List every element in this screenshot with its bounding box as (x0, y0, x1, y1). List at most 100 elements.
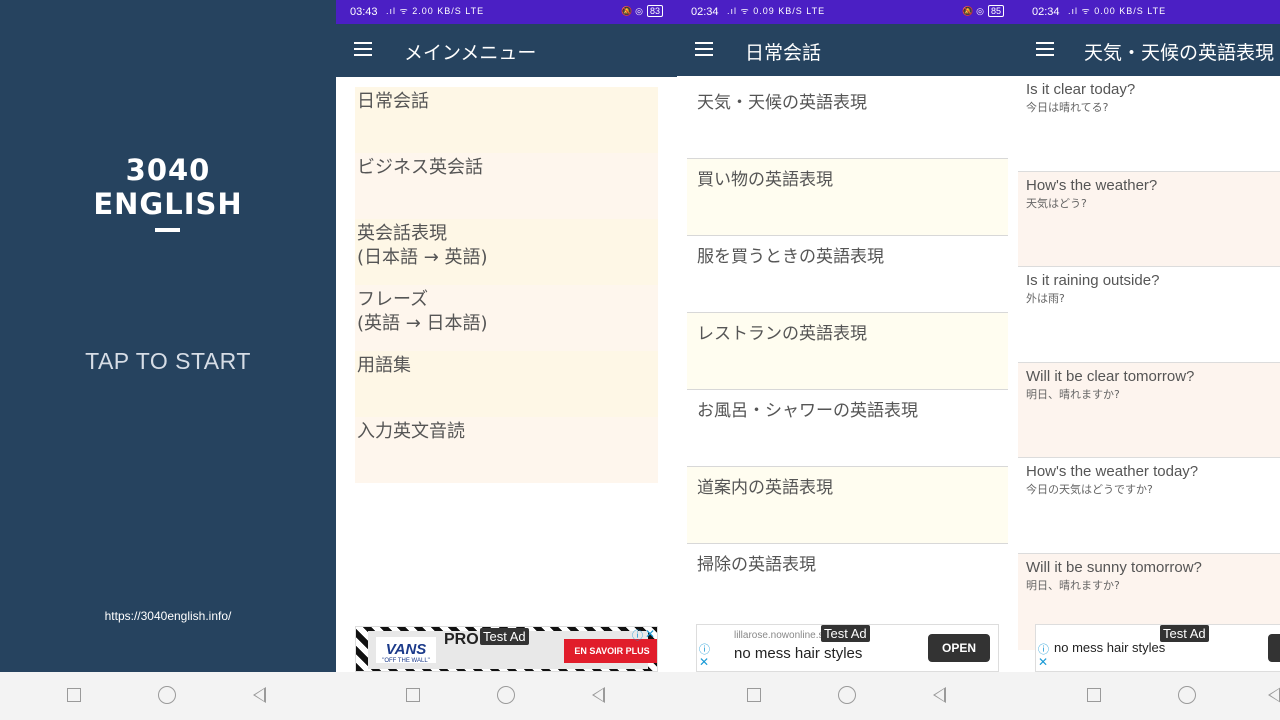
menu-item-label: ビジネス英会話 (357, 157, 483, 178)
square-icon[interactable] (67, 688, 81, 702)
phrase-japanese: 明日、晴れますか? (1026, 578, 1120, 592)
test-ad-label: Test Ad (1160, 625, 1209, 642)
ad-open-button[interactable] (1268, 634, 1280, 662)
hamburger-icon[interactable] (695, 42, 713, 56)
menu-item-read-aloud[interactable]: 入力英文音読 (355, 417, 658, 483)
app-logo: 3040 ENGLISH (0, 153, 336, 221)
phrase-item[interactable]: Is it raining outside? 外は雨? (1018, 267, 1280, 363)
phrase-japanese: 今日の天気はどうですか? (1026, 483, 1153, 497)
topic-item[interactable]: レストランの英語表現 (687, 313, 1008, 390)
square-icon[interactable] (1087, 688, 1101, 702)
phrase-english: Is it raining outside? (1026, 272, 1160, 290)
phrase-item[interactable]: How's the weather? 天気はどう? (1018, 171, 1280, 268)
topic-item[interactable]: お風呂・シャワーの英語表現 (687, 390, 1008, 467)
ad-cta-button[interactable]: EN SAVOIR PLUS (564, 639, 657, 663)
phrase-english: How's the weather? (1026, 176, 1158, 194)
banner-ad[interactable]: VANS "OFF THE WALL" PRO EN SAVOIR PLUS T… (355, 626, 658, 672)
ad-headline: no mess hair styles (734, 645, 863, 662)
main-menu-screen: 03:43 .ıl ᯤ 2.00 KB/S LTE 🔕 ◎ 83 メインメニュー … (336, 0, 677, 720)
circle-icon[interactable] (497, 686, 515, 704)
banner-ad[interactable]: no mess hair styles Test Ad ⓘ ✕ (1035, 624, 1280, 672)
triangle-back-icon[interactable] (933, 687, 946, 703)
close-icon[interactable]: ✕ (1038, 655, 1048, 669)
android-nav-bar (0, 672, 336, 720)
menu-item-phrases-en-ja[interactable]: フレーズ (英語 → 日本語) (355, 285, 658, 351)
network-speed: 0.09 KB/S LTE (753, 6, 826, 16)
topic-item[interactable]: 買い物の英語表現 (687, 159, 1008, 236)
network-speed: 0.00 KB/S LTE (1094, 6, 1167, 16)
toolbar: メインメニュー (336, 24, 677, 77)
circle-icon[interactable] (838, 686, 856, 704)
circle-icon[interactable] (1178, 686, 1196, 704)
page-title: 日常会話 (745, 42, 822, 64)
status-bar: 02:34 .ıl ᯤ 0.09 KB/S LTE 🔕 ◎ 85 (677, 0, 1018, 24)
network-speed: 2.00 KB/S LTE (412, 6, 485, 16)
android-nav-bar (677, 672, 1018, 720)
battery-level: 85 (987, 5, 1004, 17)
phrase-english: Will it be sunny tomorrow? (1026, 558, 1202, 576)
ad-brand-sub: "OFF THE WALL" (382, 658, 430, 664)
website-url: https://3040english.info/ (104, 609, 232, 623)
triangle-back-icon[interactable] (253, 687, 266, 703)
triangle-back-icon[interactable] (592, 687, 605, 703)
ad-open-button[interactable]: OPEN (928, 634, 990, 662)
topic-item[interactable]: 天気・天候の英語表現 (687, 82, 1008, 159)
phrase-japanese: 外は雨? (1026, 292, 1065, 306)
page-title: 天気・天候の英語表現 (1084, 42, 1275, 64)
hamburger-icon[interactable] (354, 42, 372, 56)
status-right: 🔕 ◎ 85 (962, 5, 1004, 17)
circle-icon[interactable] (158, 686, 176, 704)
topic-list: 天気・天候の英語表現 買い物の英語表現 服を買うときの英語表現 レストランの英語… (687, 82, 1008, 621)
logo-line-2: ENGLISH (93, 187, 243, 221)
topic-item[interactable]: 掃除の英語表現 (687, 544, 1008, 621)
phrase-japanese: 天気はどう? (1026, 196, 1087, 210)
phrase-item[interactable]: Will it be clear tomorrow? 明日、晴れますか? (1018, 362, 1280, 459)
android-nav-bar (336, 672, 677, 720)
triangle-back-icon[interactable] (1268, 687, 1280, 703)
phrase-japanese: 今日は晴れてる? (1026, 101, 1109, 114)
status-right: 🔕 ◎ 83 (621, 5, 663, 17)
android-nav-bar (1018, 672, 1280, 720)
test-ad-label: Test Ad (480, 628, 529, 645)
logo-line-1: 3040 (125, 153, 211, 187)
topic-item[interactable]: 服を買うときの英語表現 (687, 236, 1008, 313)
menu-item-label: 入力英文音読 (357, 421, 465, 442)
status-time: 02:34 (691, 6, 719, 18)
menu-item-business-english[interactable]: ビジネス英会話 (355, 153, 658, 219)
menu-item-daily-conversation[interactable]: 日常会話 (355, 87, 658, 153)
square-icon[interactable] (406, 688, 420, 702)
status-time: 03:43 (350, 6, 378, 18)
splash-screen[interactable]: 3040 ENGLISH TAP TO START https://3040en… (0, 0, 336, 720)
phrase-english: Is it clear today? (1026, 81, 1136, 98)
banner-ad[interactable]: lillarose.nowonline.site no mess hair st… (696, 624, 999, 672)
menu-item-sublabel: (英語 → 日本語) (357, 313, 488, 334)
status-bar: 02:34 .ıl ᯤ 0.00 KB/S LTE (1018, 0, 1280, 24)
signal-icon: .ıl ᯤ 2.00 KB/S LTE (386, 6, 485, 16)
menu-item-label: 日常会話 (357, 91, 429, 112)
phrase-item[interactable]: How's the weather today? 今日の天気はどうですか? (1018, 458, 1280, 554)
toolbar: 天気・天候の英語表現 (1018, 24, 1280, 76)
menu-item-glossary[interactable]: 用語集 (355, 351, 658, 417)
ad-headline-fragment: PRO (444, 631, 479, 648)
status-time: 02:34 (1032, 6, 1060, 18)
menu-item-expressions-ja-en[interactable]: 英会話表現 (日本語 → 英語) (355, 219, 658, 285)
close-icon[interactable]: ✕ (699, 655, 709, 669)
hamburger-icon[interactable] (1036, 42, 1054, 56)
battery-level: 83 (646, 5, 663, 17)
tap-to-start-button[interactable]: TAP TO START (0, 348, 336, 375)
topic-item[interactable]: 道案内の英語表現 (687, 467, 1008, 544)
phrase-item[interactable]: Is it clear today? 今日は晴れてる? (1018, 76, 1280, 172)
phrase-english: Will it be clear tomorrow? (1026, 367, 1195, 385)
close-icon[interactable]: ✕ (645, 627, 655, 641)
menu-item-label: フレーズ (357, 289, 429, 310)
signal-icon: .ıl ᯤ 0.00 KB/S LTE (1068, 6, 1167, 16)
ad-headline: no mess hair styles (1054, 640, 1166, 655)
menu-item-sublabel: (日本語 → 英語) (357, 247, 488, 268)
test-ad-label: Test Ad (821, 625, 870, 642)
daily-conversation-screen: 02:34 .ıl ᯤ 0.09 KB/S LTE 🔕 ◎ 85 日常会話 天気・… (677, 0, 1018, 720)
phrase-list: Is it clear today? 今日は晴れてる? How's the we… (1018, 76, 1280, 650)
square-icon[interactable] (747, 688, 761, 702)
logo-underline (155, 228, 180, 232)
info-icon[interactable]: ⓘ (632, 627, 643, 643)
toolbar: 日常会話 (677, 24, 1018, 76)
